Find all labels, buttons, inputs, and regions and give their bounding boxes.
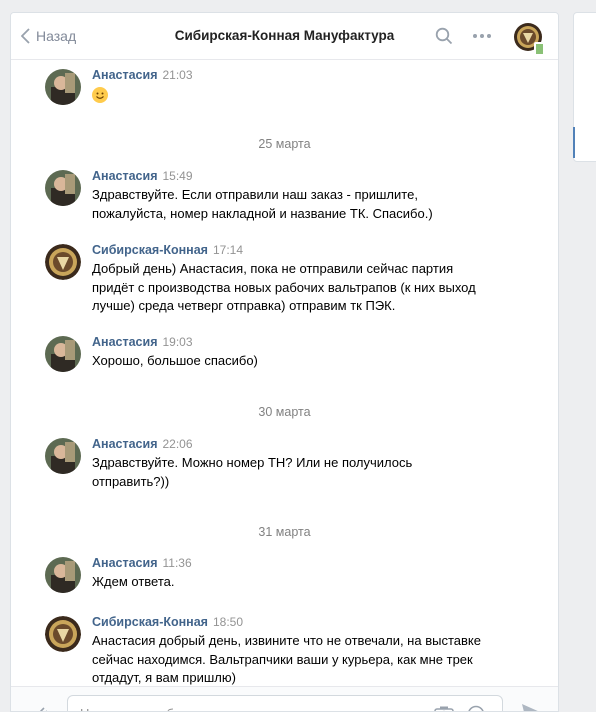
right-sidebar bbox=[573, 12, 596, 162]
message-author[interactable]: Сибирская-Конная 17:14 bbox=[92, 243, 243, 257]
paperclip-icon[interactable] bbox=[31, 703, 49, 712]
avatar[interactable] bbox=[45, 616, 81, 652]
avatar[interactable] bbox=[45, 557, 81, 593]
message-time: 17:14 bbox=[212, 243, 244, 257]
message-time: 21:03 bbox=[162, 68, 193, 82]
sidebar-active-indicator bbox=[573, 127, 575, 158]
chat-panel: Назад Сибирская-Конная Мануфактура Анаст… bbox=[10, 12, 559, 712]
camera-icon[interactable] bbox=[434, 705, 454, 712]
message-author[interactable]: Сибирская-Конная 18:50 bbox=[92, 615, 243, 629]
date-separator: 31 марта bbox=[258, 525, 311, 539]
online-mobile-icon bbox=[534, 42, 545, 56]
message-text: Здравствуйте. Можно номер ТН? Или не пол… bbox=[92, 455, 413, 489]
message-author[interactable]: Анастасия 22:06 bbox=[92, 437, 193, 451]
smiling-emoji-icon bbox=[92, 87, 108, 103]
avatar[interactable] bbox=[45, 244, 81, 280]
message-text: Ждем ответа. bbox=[92, 574, 175, 589]
avatar[interactable] bbox=[45, 336, 81, 372]
more-icon[interactable] bbox=[472, 33, 492, 39]
message-text: Хорошо, большое спасибо) bbox=[92, 353, 258, 368]
message-author[interactable]: Анастасия 19:03 bbox=[92, 335, 193, 349]
message-time: 15:49 bbox=[162, 169, 193, 183]
date-separator: 30 марта bbox=[258, 405, 311, 419]
message-text: Добрый день) Анастасия, пока не отправил… bbox=[92, 261, 476, 313]
avatar[interactable] bbox=[45, 69, 81, 105]
emoji-smile-icon[interactable] bbox=[467, 705, 485, 712]
chat-header: Назад Сибирская-Конная Мануфактура bbox=[11, 13, 558, 60]
search-icon[interactable] bbox=[435, 27, 453, 45]
message-time: 22:06 bbox=[162, 437, 193, 451]
message-time: 18:50 bbox=[212, 615, 244, 629]
date-separator: 25 марта bbox=[258, 137, 311, 151]
avatar[interactable] bbox=[45, 170, 81, 206]
composer: Напишите сообщение... bbox=[11, 686, 558, 712]
message-text bbox=[92, 85, 482, 107]
message-author[interactable]: Анастасия 15:49 bbox=[92, 169, 193, 183]
message-text: Здравствуйте. Если отправили наш заказ -… bbox=[92, 187, 433, 221]
message-time: 19:03 bbox=[162, 335, 193, 349]
message-time: 11:36 bbox=[162, 556, 192, 570]
send-icon[interactable] bbox=[521, 703, 541, 712]
avatar[interactable] bbox=[45, 438, 81, 474]
message-feed[interactable]: Анастасия 21:03 25 марта Анастасия 15:49 З… bbox=[11, 60, 558, 686]
message-text: Анастасия добрый день, извините что не о… bbox=[92, 633, 481, 685]
message-author[interactable]: Анастасия 11:36 bbox=[92, 556, 192, 570]
message-author[interactable]: Анастасия 21:03 bbox=[92, 68, 193, 82]
